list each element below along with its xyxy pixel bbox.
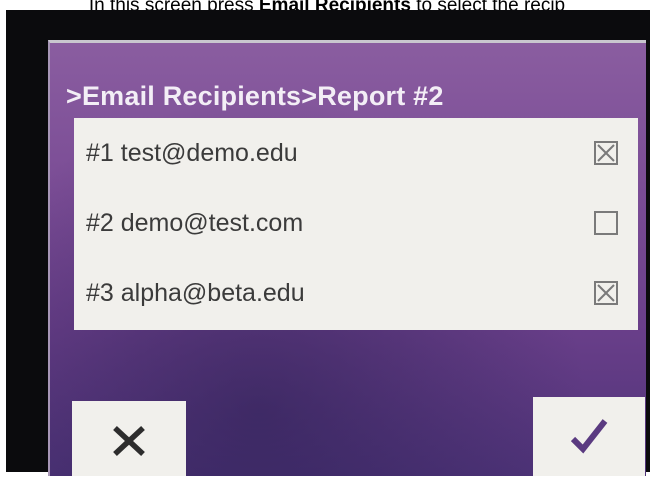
recipient-row-1[interactable]: #1 test@demo.edu bbox=[74, 118, 638, 188]
device-bezel: >Email Recipients>Report #2 #1 test@demo… bbox=[6, 10, 650, 476]
recipient-checkbox-2[interactable] bbox=[594, 211, 618, 235]
confirm-button[interactable] bbox=[533, 397, 645, 476]
recipient-checkbox-3[interactable] bbox=[594, 281, 618, 305]
touch-screen: >Email Recipients>Report #2 #1 test@demo… bbox=[48, 40, 646, 476]
checkmark-icon bbox=[570, 419, 608, 454]
recipient-label: #1 test@demo.edu bbox=[86, 139, 298, 167]
recipient-list: #1 test@demo.edu #2 demo@test.com #3 alp… bbox=[74, 118, 638, 330]
page-title: >Email Recipients>Report #2 bbox=[66, 81, 444, 111]
recipient-checkbox-1[interactable] bbox=[594, 141, 618, 165]
checkbox-checked-icon bbox=[597, 144, 615, 162]
recipient-label: #3 alpha@beta.edu bbox=[86, 279, 305, 307]
cancel-button[interactable] bbox=[72, 401, 186, 476]
recipient-row-3[interactable]: #3 alpha@beta.edu bbox=[74, 258, 638, 328]
recipient-label: #2 demo@test.com bbox=[86, 209, 304, 237]
close-x-icon bbox=[113, 425, 145, 457]
recipient-row-2[interactable]: #2 demo@test.com bbox=[74, 188, 638, 258]
checkbox-checked-icon bbox=[597, 284, 615, 302]
